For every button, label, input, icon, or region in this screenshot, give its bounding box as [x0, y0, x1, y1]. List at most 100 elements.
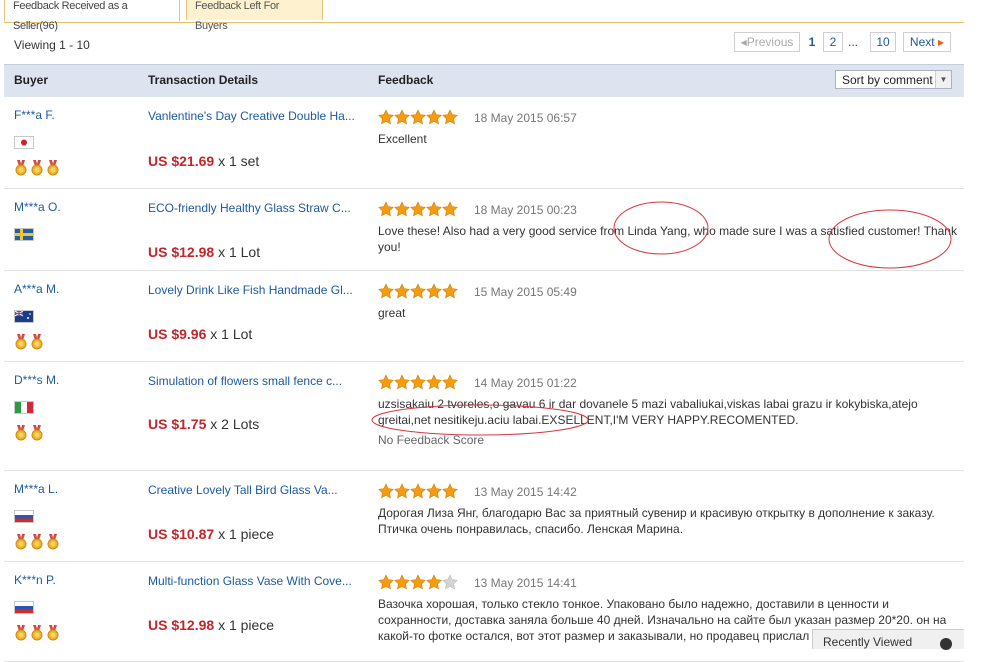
buyer-name[interactable]: M***a L. [14, 482, 58, 496]
viewing-range: Viewing 1 - 10 [14, 38, 90, 52]
medal-icon [30, 425, 44, 441]
star-filled-icon [394, 483, 410, 499]
medal-icon [14, 625, 28, 641]
transaction-price: US $12.98 x 1 piece [148, 617, 274, 633]
star-filled-icon [442, 374, 458, 390]
price-quantity: x 1 Lot [218, 244, 261, 260]
table-row: M***a O. ECO-friendly Healthy Glass Straw… [4, 188, 964, 271]
buyer-name[interactable]: M***a O. [14, 200, 61, 214]
price-quantity: x 1 piece [218, 526, 275, 542]
sort-select[interactable]: Sort by comment ▼ [835, 70, 952, 89]
price-amount: US $10.87 [148, 526, 215, 542]
transaction-item-link[interactable]: Multi-function Glass Vase With Cove... [148, 573, 358, 589]
star-filled-icon [426, 574, 442, 590]
star-filled-icon [394, 283, 410, 299]
column-buyer: Buyer [14, 73, 49, 87]
price-quantity: x 1 set [218, 153, 260, 169]
feedback-date: 15 May 2015 05:49 [474, 285, 577, 299]
star-filled-icon [394, 574, 410, 590]
no-feedback-score: No Feedback Score [378, 433, 485, 447]
star-filled-icon [426, 483, 442, 499]
medal-icon [30, 334, 44, 350]
feedback-date: 13 May 2015 14:41 [474, 576, 577, 590]
transaction-price: US $12.98 x 1 Lot [148, 244, 260, 260]
transaction-price: US $9.96 x 1 Lot [148, 326, 252, 342]
medal-icon [30, 534, 44, 550]
page-1[interactable]: 1 [802, 32, 822, 52]
column-transaction: Transaction Details [148, 73, 259, 87]
buyer-name[interactable]: K***n P. [14, 573, 56, 587]
table-row: F***a F. Vanlentine's Day Creative Double… [4, 96, 964, 189]
page-2[interactable]: 2 [823, 32, 843, 52]
star-filled-icon [410, 483, 426, 499]
star-empty-icon [442, 574, 458, 590]
buyer-medals [14, 625, 62, 641]
star-filled-icon [442, 109, 458, 125]
star-rating [378, 109, 458, 125]
column-feedback: Feedback [378, 73, 434, 87]
toggle-icon[interactable] [940, 638, 952, 650]
transaction-item-link[interactable]: Lovely Drink Like Fish Handmade Gl... [148, 282, 358, 298]
medal-icon [46, 534, 60, 550]
star-filled-icon [378, 283, 394, 299]
star-filled-icon [378, 201, 394, 217]
star-filled-icon [378, 483, 394, 499]
tab-feedback-received[interactable]: Feedback Received as a Seller(96) [4, 0, 180, 32]
price-amount: US $12.98 [148, 617, 215, 633]
star-filled-icon [442, 483, 458, 499]
transaction-item-link[interactable]: Simulation of flowers small fence c... [148, 373, 358, 389]
medal-icon [30, 625, 44, 641]
star-filled-icon [410, 283, 426, 299]
buyer-name[interactable]: A***a M. [14, 282, 59, 296]
medal-icon [46, 625, 60, 641]
sort-selected-label: Sort by comment [842, 73, 933, 87]
medal-icon [14, 425, 28, 441]
buyer-medals [14, 534, 62, 550]
buyer-name[interactable]: D***s M. [14, 373, 59, 387]
transaction-item-link[interactable]: ECO-friendly Healthy Glass Straw C... [148, 200, 358, 216]
page-10[interactable]: 10 [870, 32, 896, 52]
recently-viewed-panel[interactable]: Recently Viewed [812, 629, 964, 650]
table-row: D***s M. Simulation of flowers small fenc… [4, 361, 964, 471]
country-flag-icon [14, 136, 34, 149]
star-filled-icon [394, 374, 410, 390]
buyer-medals [14, 425, 46, 441]
table-row: A***a M. Lovely Drink Like Fish Handmade … [4, 270, 964, 362]
feedback-date: 18 May 2015 06:57 [474, 111, 577, 125]
feedback-text: Excellent [378, 132, 427, 146]
medal-icon [30, 160, 44, 176]
price-amount: US $9.96 [148, 326, 207, 342]
medal-icon [14, 534, 28, 550]
transaction-price: US $10.87 x 1 piece [148, 526, 274, 542]
transaction-item-link[interactable]: Creative Lovely Tall Bird Glass Va... [148, 482, 358, 498]
page-ellipsis: ... [844, 32, 862, 52]
next-button[interactable]: Next ▶ [903, 32, 951, 52]
price-quantity: x 1 piece [218, 617, 275, 633]
feedback-date: 13 May 2015 14:42 [474, 485, 577, 499]
previous-label: Previous [746, 35, 794, 49]
price-quantity: x 2 Lots [210, 416, 260, 432]
medal-icon [14, 160, 28, 176]
feedback-text: Дорогая Лиза Янг, благодарю Вас за прият… [378, 506, 935, 536]
star-filled-icon [378, 574, 394, 590]
table-row: M***a L. Creative Lovely Tall Bird Glass … [4, 470, 964, 562]
buyer-name[interactable]: F***a F. [14, 108, 55, 122]
star-rating [378, 483, 458, 499]
star-filled-icon [394, 201, 410, 217]
star-filled-icon [410, 374, 426, 390]
star-filled-icon [426, 283, 442, 299]
transaction-item-link[interactable]: Vanlentine's Day Creative Double Ha... [148, 108, 358, 124]
star-filled-icon [426, 374, 442, 390]
price-amount: US $21.69 [148, 153, 215, 169]
star-rating [378, 374, 458, 390]
price-quantity: x 1 Lot [210, 326, 253, 342]
feedback-text: great [378, 306, 406, 320]
previous-button[interactable]: ◀Previous [734, 32, 800, 52]
feedback-tabs: Feedback Received as a Seller(96) Feedba… [4, 0, 964, 32]
star-rating [378, 201, 458, 217]
star-filled-icon [394, 109, 410, 125]
chevron-right-icon: ▶ [937, 38, 945, 47]
chevron-down-icon[interactable]: ▼ [935, 71, 951, 88]
next-label: Next [909, 35, 935, 49]
tab-feedback-left[interactable]: Feedback Left For Buyers [186, 0, 323, 32]
